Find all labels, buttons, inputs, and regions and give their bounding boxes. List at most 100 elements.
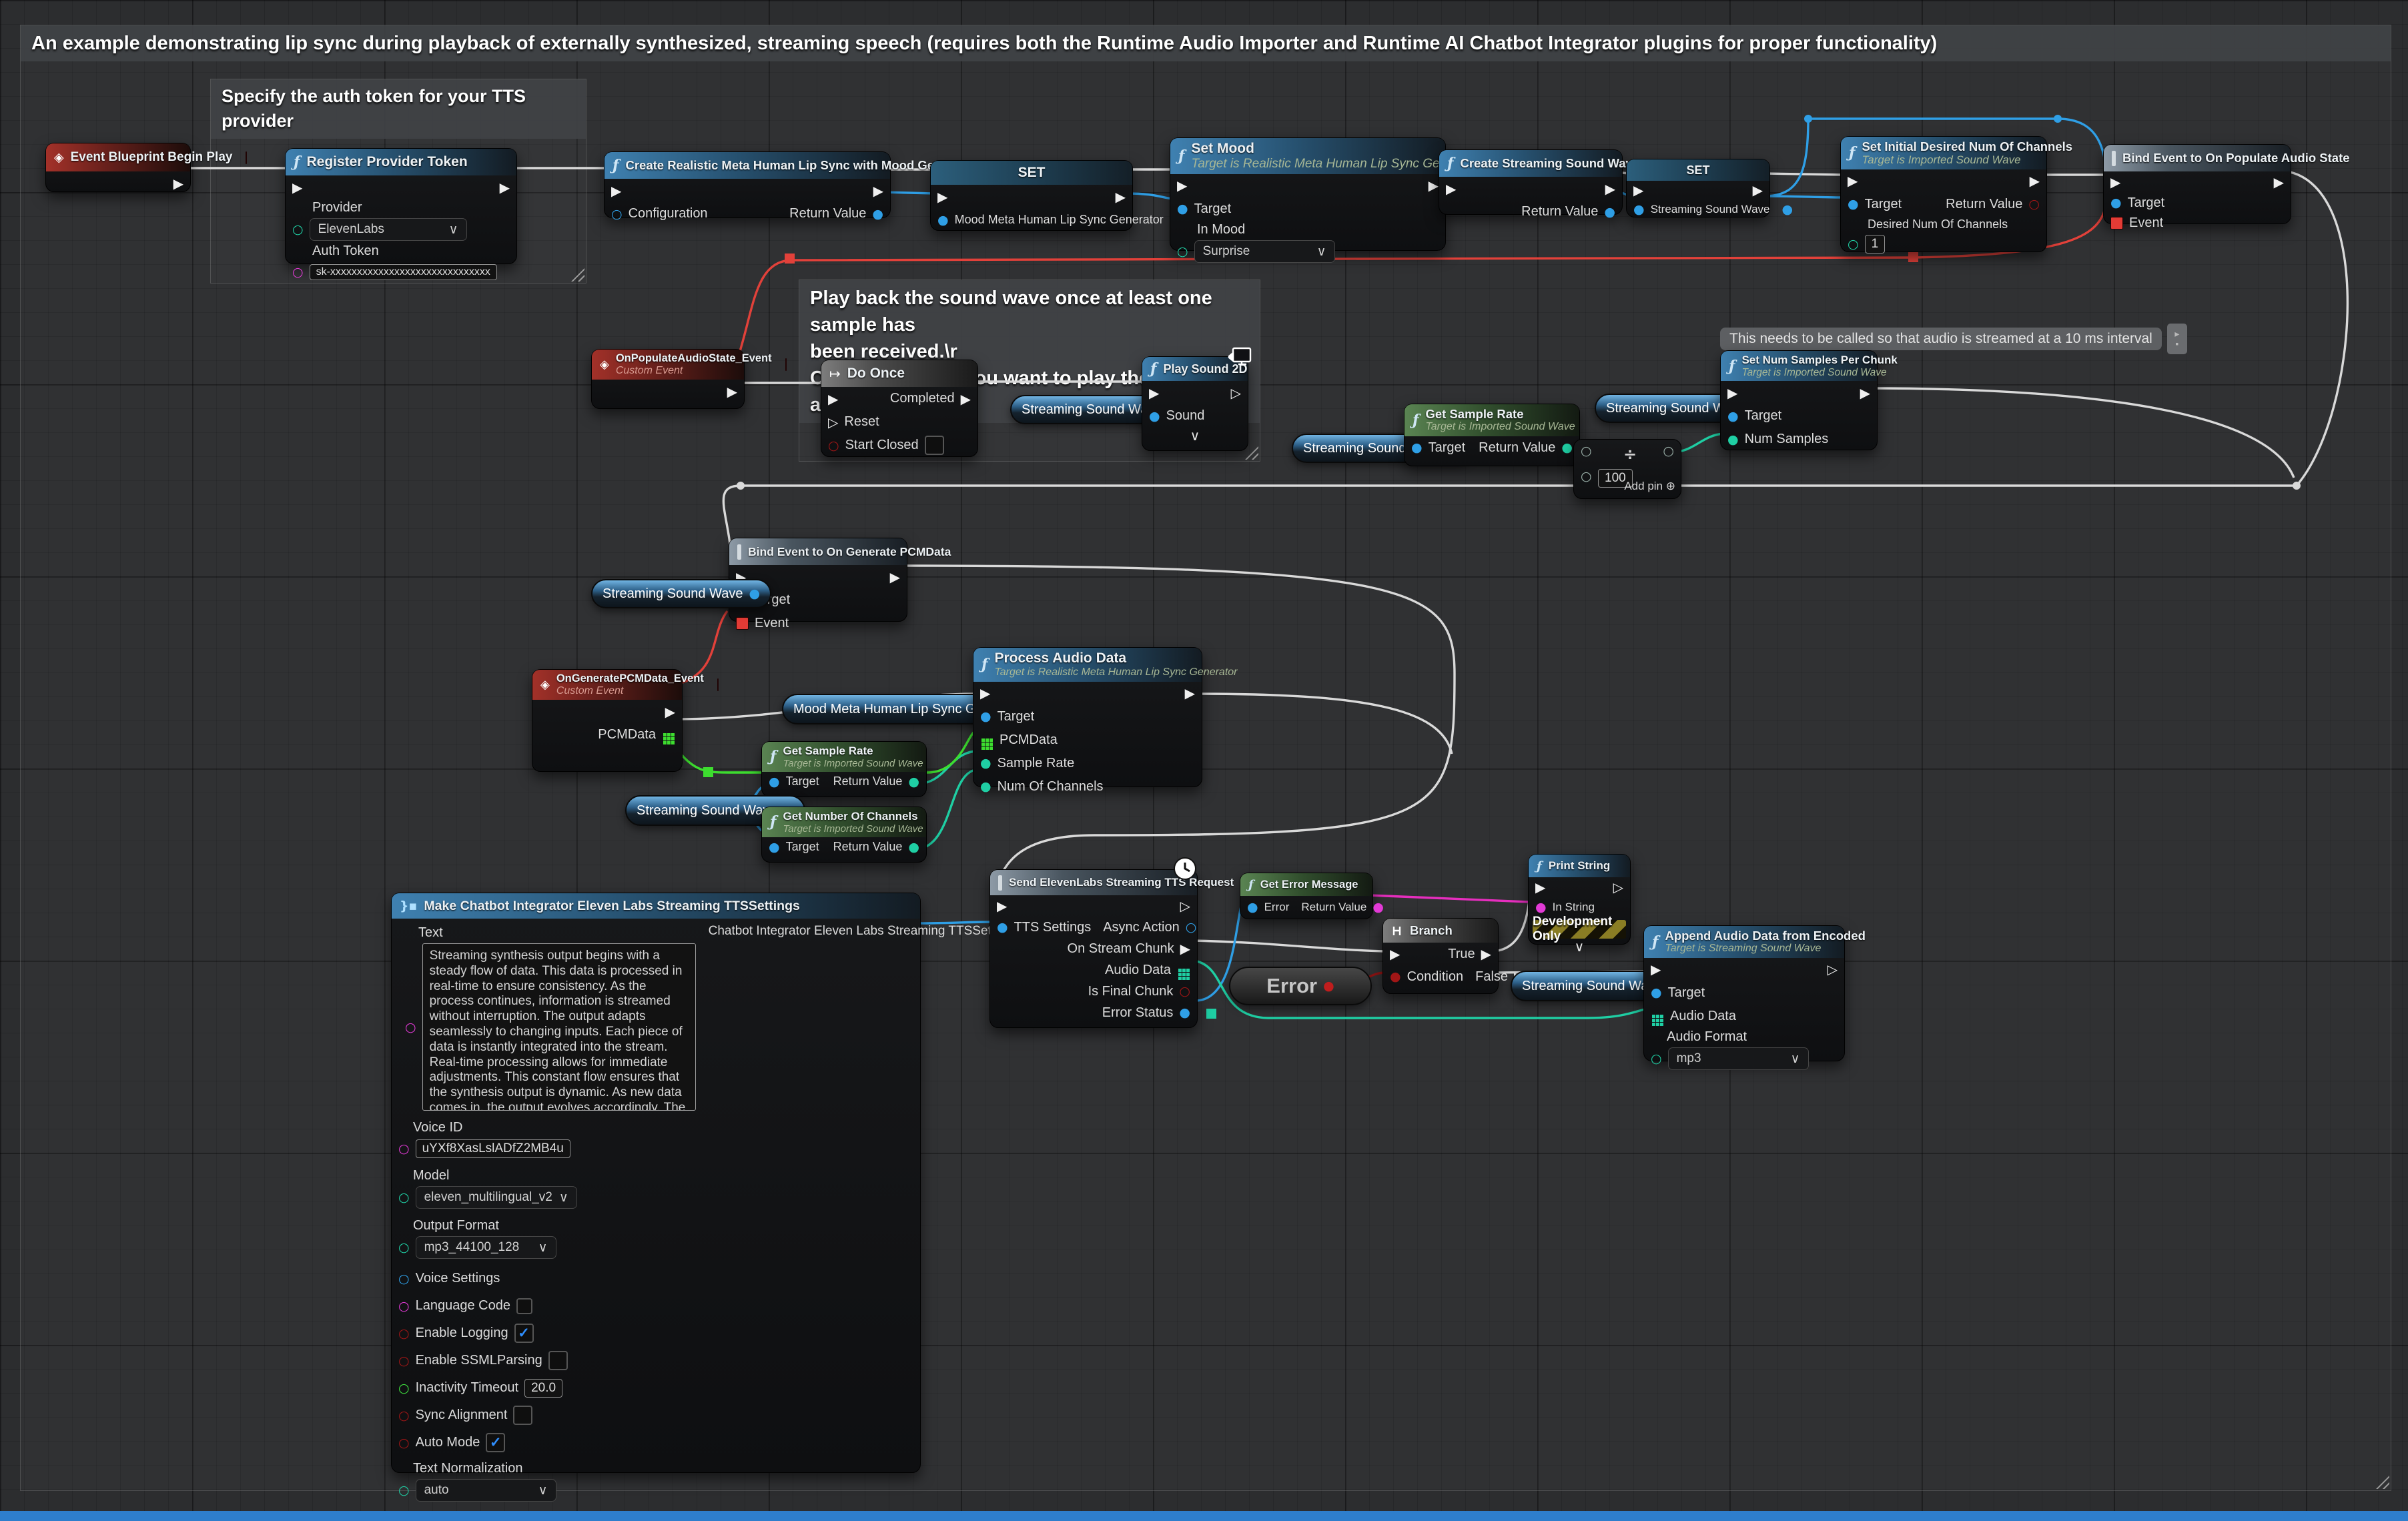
delegate-pin[interactable] [717,678,719,691]
exec-in-pin[interactable]: ▶ [2110,174,2120,190]
target-pin[interactable]: ● [2110,195,2122,210]
text-pin[interactable]: ○ [405,1020,416,1035]
target-pin[interactable]: ● [1727,409,1739,424]
node-set-mood[interactable]: ƒ Set Mood Target is Realistic Meta Huma… [1170,137,1446,251]
auto-mode-checkbox[interactable]: ✓ [486,1433,505,1452]
add-pin-button[interactable]: Add pin ⊕ [1624,480,1675,493]
inactivity-timeout-pin[interactable]: ○ [398,1381,410,1396]
node-register-provider-token[interactable]: ƒ Register Provider Token ▶▶ Provider ○ … [285,148,517,264]
exec-out-pin[interactable]: ▷ [1613,879,1623,895]
exec-in-pin[interactable]: ▶ [828,391,838,407]
node-on-generate-pcmdata-event[interactable]: ◈ OnGeneratePCMData_Event Custom Event ▶… [532,669,683,772]
in-string-pin[interactable]: ● [1535,900,1547,915]
pcmdata-array-pin[interactable] [663,733,667,736]
exec-in-pin[interactable]: ▶ [1535,879,1545,895]
exec-out-pin[interactable]: ▶ [2030,173,2040,189]
voice-id-input[interactable]: uYXf8XasLslADfZ2MB4u [416,1139,570,1158]
target-pin[interactable]: ● [1651,985,1662,1000]
expand-chevron-icon[interactable]: ∨ [1142,428,1248,446]
output-format-pin[interactable]: ○ [398,1240,410,1255]
num-samples-pin[interactable]: ● [1727,432,1739,447]
sound-pin[interactable]: ● [1149,409,1160,424]
node-create-streaming-sound-wave[interactable]: ƒ Create Streaming Sound Wave ▶▶ Return … [1439,149,1623,215]
exec-out-pin[interactable]: ▶ [1185,685,1195,701]
exec-out-pin[interactable]: ▷ [1180,898,1190,914]
exec-out-pin[interactable]: ▶ [2274,174,2284,190]
var-output-pin[interactable]: ● [1323,979,1334,993]
voice-settings-pin[interactable]: ○ [398,1272,410,1286]
true-pin[interactable]: ▶ [1481,946,1491,962]
return-value-pin[interactable]: ● [1604,205,1615,219]
comment-resize-grip[interactable] [2376,1476,2389,1489]
auth-token-pin[interactable]: ○ [292,265,304,280]
node-process-audio-data[interactable]: ƒ Process Audio Data Target is Realistic… [973,647,1202,787]
event-pin[interactable] [736,617,749,630]
exec-in-pin[interactable]: ▶ [1633,182,1643,198]
return-value-pin[interactable]: ○ [2028,197,2040,211]
var-streaming-sound-wave[interactable]: Streaming Sound Wave ● [591,579,771,608]
model-pin[interactable]: ○ [398,1190,410,1205]
reset-pin[interactable]: ▷ [828,414,838,430]
exec-in-pin[interactable]: ▶ [1651,961,1661,977]
error-status-pin[interactable]: ● [1179,1005,1190,1020]
target-pin[interactable]: ● [769,840,780,855]
error-pin[interactable]: ● [1247,900,1258,915]
exec-in-pin[interactable]: ▶ [292,179,302,195]
is-final-chunk-pin[interactable]: ○ [1179,984,1190,999]
node-set-streaming-sound-wave[interactable]: SET ▶▶ ● Streaming Sound Wave ● [1626,159,1770,217]
node-set-initial-channels[interactable]: ƒ Set Initial Desired Num Of Channels Ta… [1840,136,2047,252]
exec-in-pin[interactable]: ▶ [1727,385,1737,401]
divide-input-b-pin[interactable]: ○ [1581,469,1592,484]
exec-in-pin[interactable]: ▶ [1390,946,1400,962]
target-pin[interactable]: ● [1848,197,1859,211]
return-value-pin[interactable]: ● [1561,440,1573,455]
sound-wave-pin[interactable]: ● [1633,202,1645,217]
exec-out-pin[interactable]: ▶ [1860,385,1870,401]
exec-out-pin[interactable]: ▶ [727,384,737,400]
node-on-populate-event[interactable]: ◈ OnPopulateAudioState_Event Custom Even… [591,349,745,409]
start-closed-pin[interactable]: ○ [828,438,839,453]
exec-out-pin[interactable]: ▶ [665,704,675,720]
language-code-pin[interactable]: ○ [398,1299,410,1314]
sync-alignment-pin[interactable]: ○ [398,1408,410,1423]
comment-resize-grip[interactable] [1245,446,1258,460]
num-channels-pin[interactable]: ● [980,779,991,794]
inactivity-input[interactable]: 20.0 [524,1379,562,1398]
comment-banner-title[interactable]: An example demonstrating lip sync during… [21,25,2391,61]
mood-generator-pin[interactable]: ● [937,213,949,227]
exec-out-pin[interactable]: ▷ [1231,385,1241,401]
condition-pin[interactable]: ● [1390,969,1401,984]
exec-out-pin[interactable]: ▶ [1605,181,1615,197]
completed-pin[interactable]: ▶ [961,391,971,407]
node-bind-populate-audio-state[interactable]: Bind Event to On Populate Audio State ▶▶… [2103,144,2291,224]
divide-input-a-pin[interactable]: ○ [1581,444,1592,458]
sync-alignment-checkbox[interactable] [513,1406,532,1425]
exec-out-pin[interactable]: ▶ [1429,177,1439,193]
exec-out-pin[interactable]: ▶ [873,183,883,199]
exec-in-pin[interactable]: ▶ [611,183,621,199]
target-pin[interactable]: ● [980,709,991,724]
var-output-pin[interactable]: ● [749,586,760,601]
configuration-pin[interactable]: ○ [611,207,623,221]
text-normalization-pin[interactable]: ○ [398,1483,410,1498]
voice-id-pin[interactable]: ○ [398,1141,410,1156]
tts-settings-pin[interactable]: ● [997,920,1008,935]
exec-in-pin[interactable]: ▶ [937,189,947,205]
var-error[interactable]: Error ● [1229,967,1372,1005]
node-send-tts-request[interactable]: Send ElevenLabs Streaming TTS Request ▶▷… [989,869,1198,1028]
enable-logging-pin[interactable]: ○ [398,1326,410,1341]
node-create-lipsync-generator[interactable]: ƒ Create Realistic Meta Human Lip Sync w… [604,151,891,218]
exec-in-pin[interactable]: ▶ [1446,181,1456,197]
audio-data-array-pin[interactable] [1178,969,1182,972]
node-print-string[interactable]: ƒ Print String ▶▷ ●In String Development… [1528,854,1631,945]
enable-ssml-pin[interactable]: ○ [398,1354,410,1368]
comment-auth-title[interactable]: Specify the auth token for your TTS prov… [211,79,586,139]
node-divide[interactable]: ○ ○ ÷ ○ 100 Add pin ⊕ [1573,439,1681,499]
node-set-num-samples[interactable]: ƒ Set Num Samples Per Chunk Target is Im… [1720,350,1878,450]
auth-token-input[interactable]: sk-xxxxxxxxxxxxxxxxxxxxxxxxxxxxxx [310,264,497,280]
exec-out-pin[interactable]: ▶ [1753,182,1763,198]
node-branch[interactable]: Branch ▶ True▶ ● Condition False▶ [1382,918,1499,994]
start-closed-checkbox[interactable] [925,436,944,455]
enable-ssml-checkbox[interactable] [548,1351,568,1370]
blueprint-graph[interactable]: An example demonstrating lip sync during… [0,0,2408,1521]
